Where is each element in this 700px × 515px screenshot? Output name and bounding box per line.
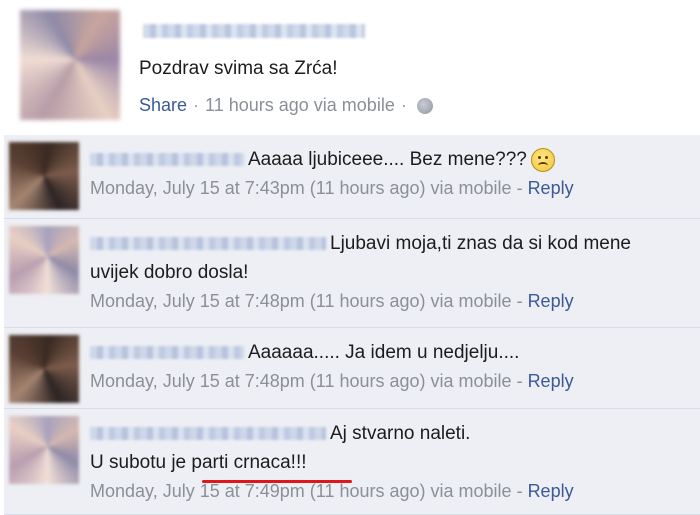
comment-timestamp[interactable]: Monday, July 15 at 7:48pm (11 hours ago)… <box>90 371 512 391</box>
comment-meta: Monday, July 15 at 7:48pm (11 hours ago)… <box>90 287 694 316</box>
comment-text-line2: uvijek dobro dosla! <box>90 262 249 283</box>
red-underline-annotation <box>202 480 352 483</box>
comment-text: Aaaaaa..... Ja idem u nedjelju.... <box>248 342 520 363</box>
reply-link[interactable]: Reply <box>528 291 574 311</box>
globe-icon[interactable] <box>416 97 433 114</box>
comment-body: Aj stvarno naleti. U subotu je parti crn… <box>90 419 694 506</box>
comment-avatar[interactable] <box>9 335 79 403</box>
meta-separator-2: · <box>400 95 407 115</box>
comment-body: Aaaaaa..... Ja idem u nedjelju.... Monda… <box>90 338 694 396</box>
meta-dash: - <box>511 371 528 391</box>
comment-author-redacted[interactable] <box>90 237 326 251</box>
post-author-avatar[interactable] <box>20 10 120 120</box>
comment-item: Ljubavi moja,ti znas da si kod mene uvij… <box>4 219 700 328</box>
comment-meta: Monday, July 15 at 7:48pm (11 hours ago)… <box>90 367 694 396</box>
comment-item: Aaaaaa..... Ja idem u nedjelju.... Monda… <box>4 328 700 409</box>
meta-dash: - <box>511 481 528 501</box>
comment-item: Aj stvarno naleti. U subotu je parti crn… <box>4 409 700 515</box>
comment-text-line1: Ljubavi moja,ti znas da si kod mene <box>330 233 631 254</box>
reply-link[interactable]: Reply <box>528 178 574 198</box>
comment-text-line1: Aj stvarno naleti. <box>330 423 471 444</box>
post-author-name-redacted[interactable] <box>143 24 365 38</box>
meta-dash: - <box>511 178 528 198</box>
comment-avatar[interactable] <box>9 142 79 210</box>
comment-author-redacted[interactable] <box>90 427 326 441</box>
share-link[interactable]: Share <box>139 95 187 116</box>
comment-body: Ljubavi moja,ti znas da si kod mene uvij… <box>90 229 694 316</box>
comment-timestamp[interactable]: Monday, July 15 at 7:48pm (11 hours ago)… <box>90 291 512 311</box>
comment-item: Aaaaa ljubiceee.... Bez mene??? Monday, … <box>4 135 700 219</box>
comment-author-redacted[interactable] <box>90 346 244 360</box>
comment-avatar[interactable] <box>9 226 79 294</box>
meta-dash: - <box>511 291 528 311</box>
comment-text-line2: U subotu je parti crnaca!!! <box>90 452 307 473</box>
post-meta: Share · 11 hours ago via mobile · <box>139 95 433 116</box>
comment-timestamp[interactable]: Monday, July 15 at 7:43pm (11 hours ago)… <box>90 178 512 198</box>
sad-face-icon <box>530 147 555 172</box>
comment-timestamp[interactable]: Monday, July 15 at 7:49pm (11 hours ago)… <box>90 481 512 501</box>
reply-link[interactable]: Reply <box>528 371 574 391</box>
comment-text: Aaaaa ljubiceee.... Bez mene??? <box>248 149 527 170</box>
post-text: Pozdrav svima sa Zrća! <box>139 58 338 79</box>
comment-avatar[interactable] <box>9 416 79 484</box>
comment-author-redacted[interactable] <box>90 153 244 167</box>
comment-body: Aaaaa ljubiceee.... Bez mene??? Monday, … <box>90 145 694 203</box>
reply-link[interactable]: Reply <box>528 481 574 501</box>
meta-separator: · <box>193 95 200 115</box>
post-timestamp[interactable]: 11 hours ago via mobile <box>205 95 395 116</box>
comment-meta: Monday, July 15 at 7:49pm (11 hours ago)… <box>90 477 694 506</box>
comment-meta: Monday, July 15 at 7:43pm (11 hours ago)… <box>90 174 694 203</box>
